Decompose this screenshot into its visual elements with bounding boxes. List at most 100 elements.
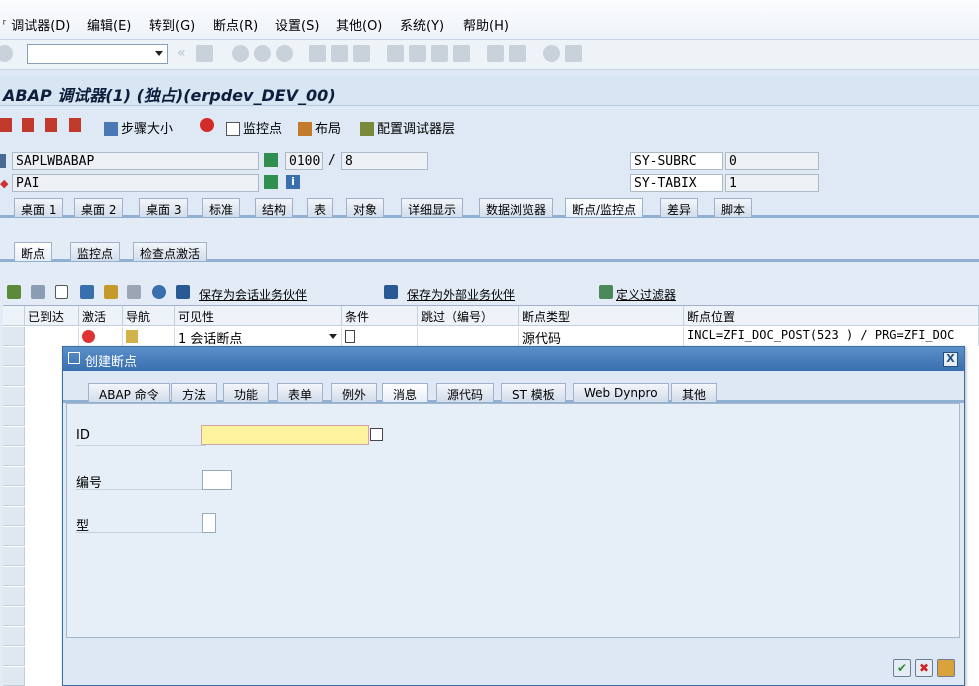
row-selector[interactable]: [3, 367, 25, 386]
tab-st-template[interactable]: ST 模板: [501, 383, 566, 402]
column-header-visibility[interactable]: 可见性: [175, 306, 342, 326]
config-layers-button[interactable]: 配置调试器层: [360, 118, 455, 137]
watchpoint-button[interactable]: 监控点: [226, 118, 282, 137]
row-selector[interactable]: [3, 527, 25, 546]
tab-diff[interactable]: 差异: [660, 198, 699, 217]
id-input[interactable]: [201, 425, 369, 445]
tab-breakpoints[interactable]: 断点: [14, 242, 53, 261]
column-header-reached[interactable]: 已到达: [25, 306, 79, 326]
command-field[interactable]: [27, 44, 168, 64]
chevron-down-icon[interactable]: [155, 51, 163, 56]
tab-object[interactable]: 对象: [346, 198, 385, 217]
tab-other[interactable]: 其他: [671, 383, 718, 402]
menu-other[interactable]: 其他(O): [336, 15, 382, 34]
tab-table[interactable]: 表: [307, 198, 334, 217]
tab-form[interactable]: 表单: [277, 383, 324, 402]
deactivate-icon[interactable]: [127, 285, 141, 299]
find-next-icon[interactable]: [353, 45, 370, 62]
save-session-icon[interactable]: [176, 285, 190, 299]
single-step-icon[interactable]: [0, 118, 15, 133]
tab-checkpoint-activation[interactable]: 检查点激活: [133, 242, 208, 261]
save-external-icon[interactable]: [384, 285, 398, 299]
column-header-condition[interactable]: 条件: [342, 306, 418, 326]
tab-standard[interactable]: 标准: [202, 198, 241, 217]
menu-help[interactable]: 帮助(H): [463, 15, 509, 34]
cell-active[interactable]: [79, 327, 123, 346]
new-icon[interactable]: [55, 285, 68, 299]
close-button[interactable]: X: [943, 352, 958, 367]
tab-desktop-3[interactable]: 桌面 3: [139, 198, 189, 217]
define-filter-button[interactable]: 定义过滤器: [616, 286, 676, 303]
breakpoint-active-icon[interactable]: [82, 330, 95, 343]
navigate-icon[interactable]: [264, 175, 278, 189]
navigate-source-icon[interactable]: [126, 330, 138, 343]
first-page-icon[interactable]: [387, 45, 404, 62]
refresh-icon[interactable]: [152, 285, 166, 299]
type-input[interactable]: [202, 513, 216, 533]
column-header-bp-position[interactable]: 断点位置: [684, 306, 979, 326]
stop-icon[interactable]: [200, 118, 217, 133]
cancel-icon[interactable]: [276, 45, 293, 62]
row-selector[interactable]: [3, 427, 25, 446]
tab-data-browser[interactable]: 数据浏览器: [479, 198, 554, 217]
row-selector[interactable]: [3, 627, 25, 646]
info-icon[interactable]: i: [286, 175, 300, 189]
cell-condition[interactable]: [342, 327, 418, 346]
dialog-title-bar[interactable]: 创建断点 X: [63, 347, 964, 371]
menu-settings[interactable]: 设置(S): [275, 15, 319, 34]
row-selector-header[interactable]: [3, 306, 25, 326]
tab-detail[interactable]: 详细显示: [401, 198, 464, 217]
row-selector[interactable]: [3, 507, 25, 526]
continue-icon[interactable]: [69, 118, 84, 133]
row-selector[interactable]: [3, 467, 25, 486]
help-icon[interactable]: [543, 45, 560, 62]
return-icon[interactable]: [45, 118, 60, 133]
column-header-navigate[interactable]: 导航: [123, 306, 175, 326]
row-selector[interactable]: [3, 567, 25, 586]
step-size-button[interactable]: 步骤大小: [104, 118, 173, 137]
delete-icon[interactable]: [80, 285, 94, 299]
previous-page-icon[interactable]: [409, 45, 426, 62]
tab-exception[interactable]: 例外: [331, 383, 378, 402]
menu-edit[interactable]: 编辑(E): [87, 15, 131, 34]
activate-icon[interactable]: [104, 285, 118, 299]
search-help-icon[interactable]: [370, 428, 383, 441]
tab-web-dynpro[interactable]: Web Dynpro: [573, 383, 669, 402]
details-icon[interactable]: [7, 285, 21, 299]
tab-function[interactable]: 功能: [223, 383, 270, 402]
print-icon[interactable]: [309, 45, 326, 62]
condition-icon[interactable]: [345, 330, 355, 343]
chevron-down-icon[interactable]: [329, 334, 337, 339]
cancel-button[interactable]: ✖: [915, 659, 933, 677]
tab-watchpoints[interactable]: 监控点: [70, 242, 121, 261]
tab-source-code[interactable]: 源代码: [436, 383, 495, 402]
save-icon[interactable]: [196, 45, 213, 62]
screen-icon[interactable]: [264, 153, 278, 167]
last-page-icon[interactable]: [453, 45, 470, 62]
row-selector[interactable]: [3, 487, 25, 506]
execute-icon[interactable]: [22, 118, 37, 133]
tab-desktop-1[interactable]: 桌面 1: [14, 198, 64, 217]
tab-desktop-2[interactable]: 桌面 2: [74, 198, 124, 217]
edit-icon[interactable]: [31, 285, 45, 299]
find-icon[interactable]: [331, 45, 348, 62]
confirm-button[interactable]: ✔: [893, 659, 911, 677]
menu-debugger[interactable]: ⸢ 调试器(D): [2, 15, 70, 34]
menu-goto[interactable]: 转到(G): [149, 15, 195, 34]
menu-system[interactable]: 系统(Y): [400, 15, 444, 34]
exit-icon[interactable]: [254, 45, 271, 62]
layout-button[interactable]: 布局: [298, 118, 341, 137]
row-selector[interactable]: [3, 447, 25, 466]
row-selector[interactable]: [3, 347, 25, 366]
row-selector[interactable]: [3, 647, 25, 666]
tab-message[interactable]: 消息: [382, 383, 429, 402]
row-selector[interactable]: [3, 667, 25, 686]
filter-icon[interactable]: [599, 285, 613, 299]
new-session-icon[interactable]: [487, 45, 504, 62]
save-external-button[interactable]: 保存为外部业务伙伴: [407, 286, 515, 303]
cell-visibility[interactable]: 1 会话断点: [175, 327, 342, 346]
tab-script[interactable]: 脚本: [714, 198, 753, 217]
number-input[interactable]: [202, 470, 232, 490]
multiple-selection-button[interactable]: [937, 659, 955, 677]
row-selector[interactable]: [3, 327, 25, 346]
